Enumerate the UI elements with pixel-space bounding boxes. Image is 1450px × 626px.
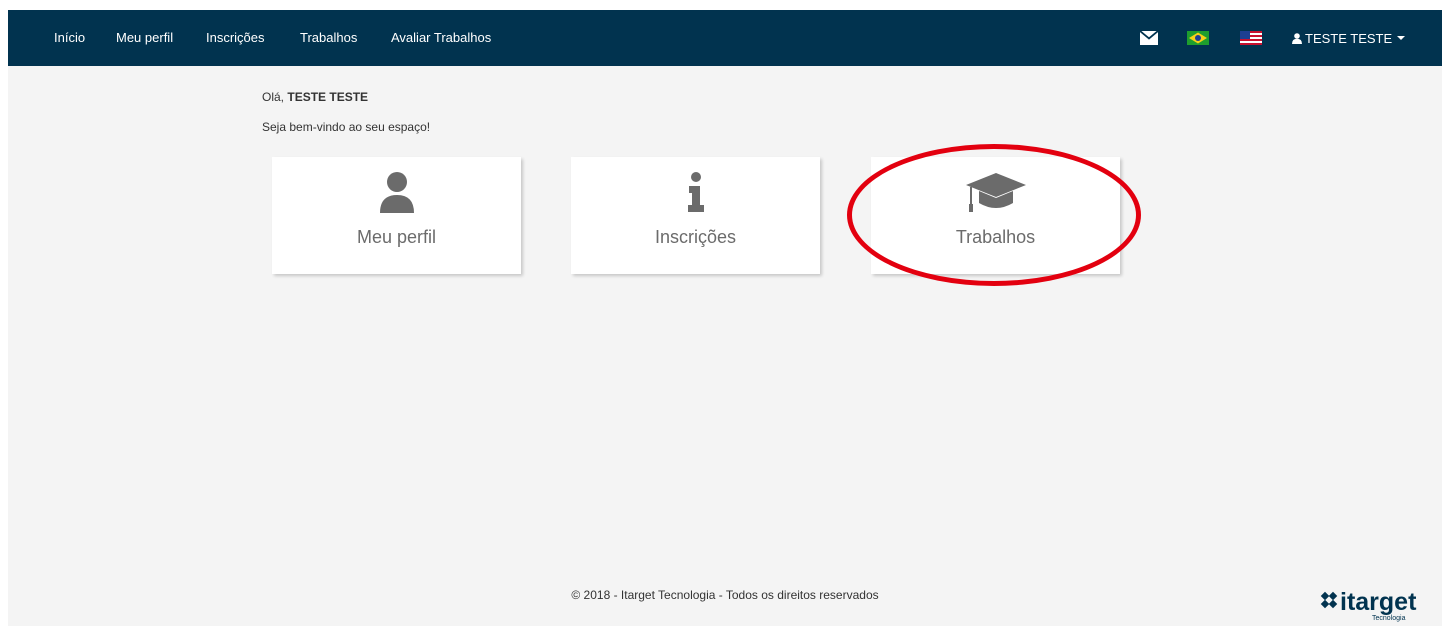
footer-copyright: © 2018 - Itarget Tecnologia - Todos os d… [571,588,879,602]
user-icon [1292,32,1302,44]
greeting: Olá, TESTE TESTE [262,90,368,104]
welcome-message: Seja bem-vindo ao seu espaço! [262,120,431,134]
user-icon [272,169,521,215]
envelope-icon[interactable] [1140,10,1158,66]
graduation-cap-icon [871,169,1120,215]
top-navbar: Início Meu perfil Inscrições Trabalhos A… [8,10,1442,66]
nav-link-inicio[interactable]: Início [54,10,85,66]
greeting-prefix: Olá, [262,90,285,104]
nav-link-trabalhos[interactable]: Trabalhos [300,10,357,66]
itarget-logo: itarget Tecnologia [1318,582,1438,622]
caret-down-icon [1397,36,1406,40]
card-label: Inscrições [654,227,737,247]
svg-text:itarget: itarget [1340,588,1417,616]
greeting-user-name: TESTE TESTE [287,90,369,104]
card-label: Meu perfil [356,227,437,247]
nav-link-meu-perfil[interactable]: Meu perfil [116,10,173,66]
card-label: Trabalhos [955,227,1036,247]
svg-text:Tecnologia: Tecnologia [1372,615,1406,622]
info-icon [571,169,820,215]
nav-link-inscricoes[interactable]: Inscrições [206,10,265,66]
user-name: TESTE TESTE [1305,30,1393,46]
user-menu-dropdown[interactable]: TESTE TESTE [1292,10,1406,66]
card-trabalhos[interactable]: Trabalhos [871,157,1120,274]
brazil-flag-icon[interactable] [1187,10,1209,66]
usa-flag-icon[interactable] [1240,10,1262,66]
card-inscricoes[interactable]: Inscrições [571,157,820,274]
nav-link-avaliar-trabalhos[interactable]: Avaliar Trabalhos [391,10,491,66]
app-frame: Início Meu perfil Inscrições Trabalhos A… [8,10,1442,626]
card-meu-perfil[interactable]: Meu perfil [272,157,521,274]
